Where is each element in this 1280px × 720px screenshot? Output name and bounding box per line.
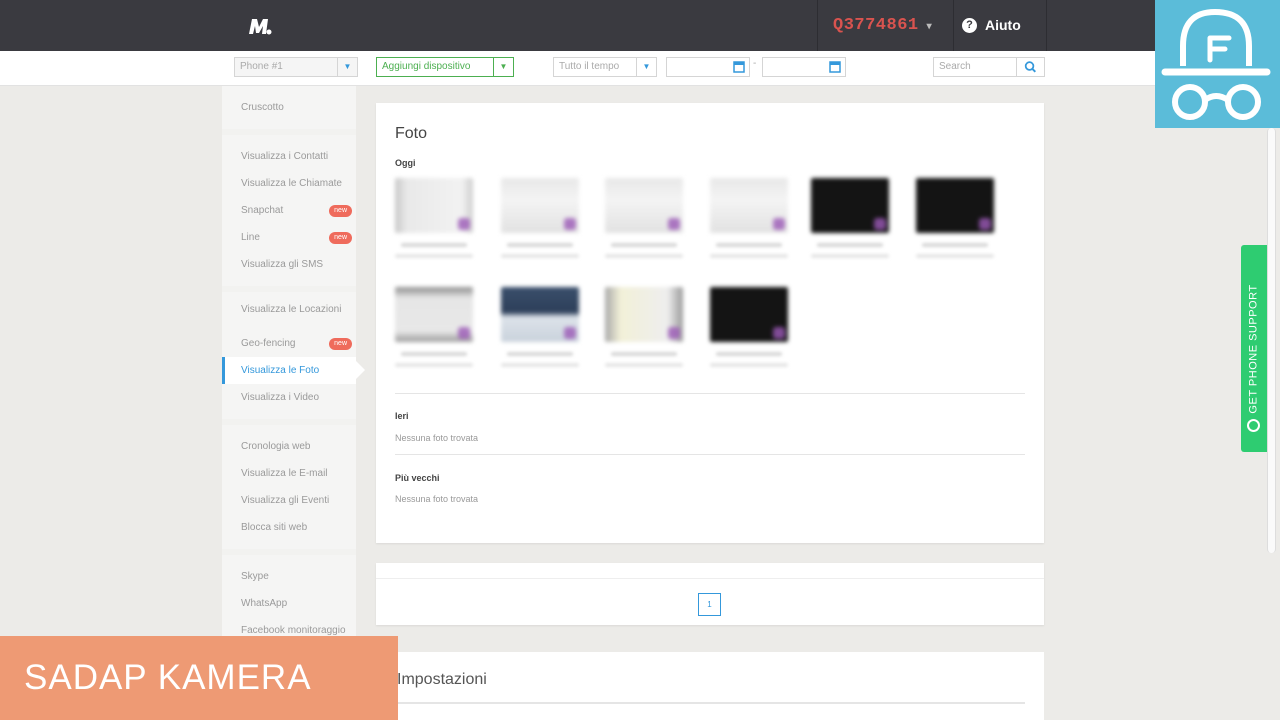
search-icon[interactable] <box>1016 58 1044 76</box>
sidebar-item-line[interactable]: Line new <box>222 224 356 251</box>
photo-thumbnail[interactable] <box>395 178 473 283</box>
sidebar-group: Cruscotto <box>222 86 356 129</box>
sidebar-item-label: Facebook monitoraggio <box>241 625 346 636</box>
chevron-down-icon: ▼ <box>636 58 656 76</box>
caption-text: SADAP KAMERA <box>24 658 312 697</box>
sidebar-item-label: Snapchat <box>241 205 284 216</box>
sidebar-item-skype[interactable]: Skype <box>222 563 356 590</box>
add-device-label: Aggiungi dispositivo <box>382 61 471 72</box>
sidebar-item-visualizza-i-contatti[interactable]: Visualizza i Contatti <box>222 143 356 170</box>
section-divider <box>395 454 1025 455</box>
sidebar-item-label: Visualizza le E-mail <box>241 468 328 479</box>
chevron-down-icon: ▼ <box>337 58 357 76</box>
account-id: Q3774861 <box>833 16 919 35</box>
new-badge: new <box>329 338 352 350</box>
section-today-label: Oggi <box>395 158 416 168</box>
calendar-icon[interactable] <box>825 58 845 76</box>
older-empty-message: Nessuna foto trovata <box>395 494 479 504</box>
sidebar-item-label: Line <box>241 232 260 243</box>
search-placeholder: Search <box>939 61 971 72</box>
phone-select-value: Phone #1 <box>240 61 283 72</box>
mspy-logo-icon[interactable] <box>247 14 273 36</box>
headset-icon <box>1247 419 1260 432</box>
calendar-icon[interactable] <box>729 58 749 76</box>
help-label: Aiuto <box>985 17 1021 33</box>
chevron-down-icon: ▾ <box>926 21 933 32</box>
yesterday-empty-message: Nessuna foto trovata <box>395 433 479 443</box>
sidebar-item-label: Visualizza gli SMS <box>241 259 324 270</box>
chevron-down-icon[interactable]: ▼ <box>493 58 513 76</box>
sidebar-navigation: Cruscotto Visualizza i Contatti Visualizza… <box>222 86 365 652</box>
sidebar-item-visualizza-le-e-mail[interactable]: Visualizza le E-mail <box>222 460 356 487</box>
section-divider <box>397 702 1025 704</box>
settings-panel: Impostazioni <box>376 652 1044 720</box>
photo-thumbnail[interactable] <box>710 287 788 392</box>
help-icon: ? <box>962 18 977 33</box>
sidebar-item-blocca-siti-web[interactable]: Blocca siti web <box>222 514 356 541</box>
page-button-current[interactable]: 1 <box>698 593 721 616</box>
sidebar-item-snapchat[interactable]: Snapchat new <box>222 197 356 224</box>
date-to-field[interactable] <box>762 57 846 77</box>
sidebar-item-label: Visualizza le Foto <box>241 365 320 376</box>
sidebar-item-label: Cronologia web <box>241 441 311 452</box>
page-scrollbar[interactable] <box>1267 128 1276 553</box>
sidebar-item-visualizza-le-foto[interactable]: Visualizza le Foto <box>222 357 365 384</box>
sidebar-item-label: Visualizza le Locazioni <box>241 304 342 315</box>
photo-thumbnail[interactable] <box>501 178 579 283</box>
photo-thumbnail[interactable] <box>916 178 994 283</box>
section-yesterday-label: Ieri <box>395 411 409 421</box>
phone-select[interactable]: Phone #1 ▼ <box>234 57 358 77</box>
photo-thumbnail[interactable] <box>501 287 579 392</box>
sidebar-item-label: WhatsApp <box>241 598 288 609</box>
sidebar-item-label: Visualizza gli Eventi <box>241 495 330 506</box>
add-device-button[interactable]: Aggiungi dispositivo ▼ <box>376 57 514 77</box>
search-input[interactable]: Search <box>933 57 1045 77</box>
photos-panel: Foto Oggi Ieri Nessuna foto trovata Più … <box>376 103 1044 543</box>
date-range-separator: - <box>753 58 757 69</box>
sidebar-group: Visualizza le Locazioni Geo-fencing new Vis… <box>222 292 365 419</box>
photo-thumbnail[interactable] <box>605 178 683 283</box>
sidebar-item-cronologia-web[interactable]: Cronologia web <box>222 433 356 460</box>
top-navigation-bar: Q3774861 ▾ ? Aiuto <box>0 0 1280 51</box>
sidebar-group: Cronologia web Visualizza le E-mail Visual… <box>222 425 356 549</box>
sidebar-item-visualizza-gli-eventi[interactable]: Visualizza gli Eventi <box>222 487 356 514</box>
phone-support-label: GET PHONE SUPPORT <box>1248 283 1260 414</box>
caption-banner: SADAP KAMERA <box>0 636 398 720</box>
photo-thumbnail[interactable] <box>811 178 889 283</box>
settings-title: Impostazioni <box>397 671 487 688</box>
new-badge: new <box>329 232 352 244</box>
sidebar-item-visualizza-le-locazioni[interactable]: Visualizza le Locazioni <box>222 300 356 330</box>
sidebar-item-label: Visualizza le Chiamate <box>241 178 342 189</box>
sidebar-item-label: Skype <box>241 571 269 582</box>
sidebar-item-label: Blocca siti web <box>241 522 308 533</box>
sidebar-item-visualizza-i-video[interactable]: Visualizza i Video <box>222 384 356 411</box>
sidebar-item-geo-fencing[interactable]: Geo-fencing new <box>222 330 356 357</box>
sidebar-item-label: Geo-fencing <box>241 338 296 349</box>
sidebar-item-label: Visualizza i Video <box>241 392 320 403</box>
filter-toolbar: Phone #1 ▼ Aggiungi dispositivo ▼ Tutto … <box>0 51 1155 86</box>
sidebar-item-whatsapp[interactable]: WhatsApp <box>222 590 356 617</box>
pagination-panel: 1 <box>376 563 1044 625</box>
sidebar-item-visualizza-gli-sms[interactable]: Visualizza gli SMS <box>222 251 356 278</box>
sidebar-item-visualizza-le-chiamate[interactable]: Visualizza le Chiamate <box>222 170 356 197</box>
incognito-icon <box>1161 9 1271 120</box>
incognito-badge <box>1155 0 1280 128</box>
new-badge: new <box>329 205 352 217</box>
photo-thumbnail[interactable] <box>710 178 788 283</box>
help-button[interactable]: ? Aiuto <box>954 0 1047 51</box>
page-title: Foto <box>395 125 428 142</box>
sidebar-item-label: Cruscotto <box>241 102 284 113</box>
sidebar-item-label: Visualizza i Contatti <box>241 151 329 162</box>
account-selector[interactable]: Q3774861 ▾ <box>817 0 954 51</box>
photo-thumbnail[interactable] <box>605 287 683 392</box>
sidebar-group: Visualizza i Contatti Visualizza le Chiam… <box>222 135 356 286</box>
section-older-label: Più vecchi <box>395 473 440 483</box>
time-range-value: Tutto il tempo <box>559 61 620 72</box>
time-range-select[interactable]: Tutto il tempo ▼ <box>553 57 657 77</box>
sidebar-item-cruscotto[interactable]: Cruscotto <box>222 94 356 121</box>
photo-thumbnail[interactable] <box>395 287 473 392</box>
date-from-field[interactable] <box>666 57 750 77</box>
section-divider <box>395 393 1025 394</box>
